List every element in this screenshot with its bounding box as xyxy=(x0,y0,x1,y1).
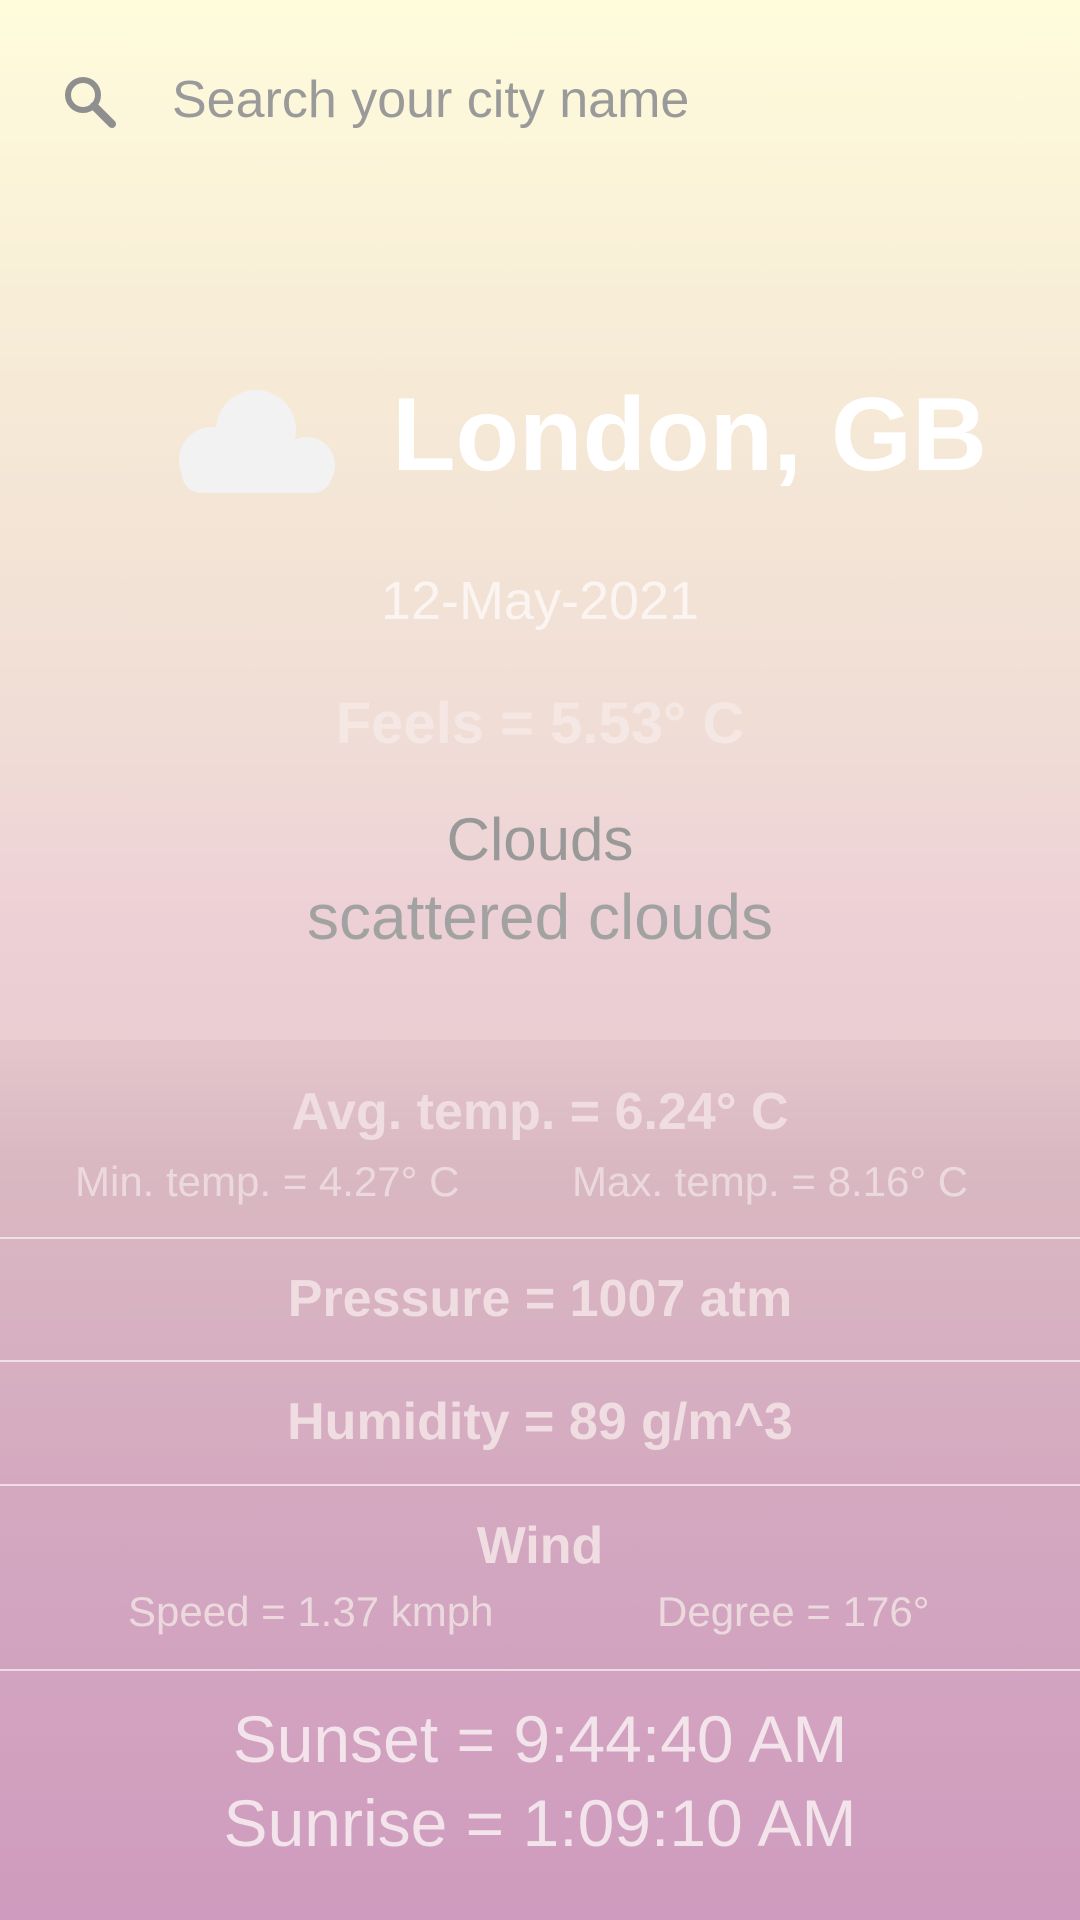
search-input[interactable] xyxy=(172,60,1032,140)
humidity-label: Humidity = 89 g/m^3 xyxy=(287,1393,793,1451)
min-temp-label: Min. temp. = 4.27° C xyxy=(75,1158,460,1205)
cloud-icon xyxy=(179,390,335,493)
wind-degree-label: Degree = 176° xyxy=(657,1588,930,1635)
weather-condition: Clouds xyxy=(446,806,634,873)
pressure-label: Pressure = 1007 atm xyxy=(287,1270,793,1328)
city-name: London, GB xyxy=(392,377,987,493)
search-icon[interactable] xyxy=(60,72,120,132)
wind-speed-label: Speed = 1.37 kmph xyxy=(128,1588,494,1635)
search-bar xyxy=(0,40,1080,165)
sun-times-block: Sunset = 9:44:40 AM Sunrise = 1:09:10 AM xyxy=(0,1671,1080,1920)
sunset-label: Sunset = 9:44:40 AM xyxy=(232,1702,848,1776)
temperature-block: Avg. temp. = 6.24° C Min. temp. = 4.27° … xyxy=(0,1040,1080,1239)
stats-panel: Avg. temp. = 6.24° C Min. temp. = 4.27° … xyxy=(0,1040,1080,1920)
feels-like-label: Feels = 5.53° C xyxy=(335,691,745,756)
avg-temp-label: Avg. temp. = 6.24° C xyxy=(291,1083,789,1141)
pressure-block: Pressure = 1007 atm xyxy=(0,1239,1080,1362)
sunrise-label: Sunrise = 1:09:10 AM xyxy=(223,1786,857,1860)
wind-title: Wind xyxy=(476,1517,604,1575)
max-temp-label: Max. temp. = 8.16° C xyxy=(572,1158,969,1205)
humidity-block: Humidity = 89 g/m^3 xyxy=(0,1362,1080,1486)
weather-description: scattered clouds xyxy=(306,881,774,953)
wind-block: Wind Speed = 1.37 kmph Degree = 176° xyxy=(0,1486,1080,1671)
location-header: London, GB xyxy=(0,370,1080,500)
date-label: 12-May-2021 xyxy=(380,571,700,631)
